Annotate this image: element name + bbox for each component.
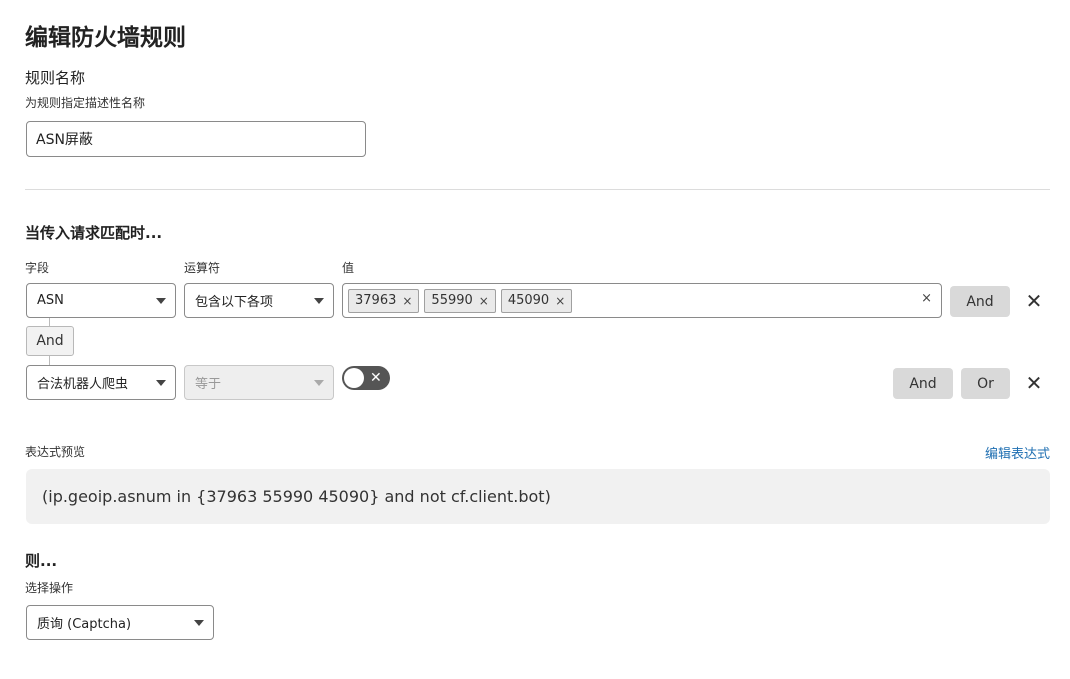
section-divider	[25, 189, 1050, 190]
value-tags-input[interactable]: 37963 × 55990 × 45090 × ×	[342, 283, 942, 318]
operator-select-row1-value: 包含以下各项	[195, 295, 274, 310]
remove-row1-icon[interactable]: ✕	[1022, 288, 1046, 314]
field-column-label: 字段	[25, 261, 50, 275]
chevron-down-icon	[156, 297, 166, 304]
and-button-row2[interactable]: And	[893, 368, 953, 399]
chevron-down-icon	[156, 379, 166, 386]
field-select-row2-value: 合法机器人爬虫	[37, 377, 129, 392]
and-button-row1[interactable]: And	[950, 286, 1010, 317]
toggle-knob	[344, 368, 364, 388]
or-button-row2[interactable]: Or	[961, 368, 1010, 399]
operator-select-row1[interactable]: 包含以下各项	[184, 283, 334, 318]
then-heading: 则...	[25, 552, 58, 570]
operator-column-label: 运算符	[184, 261, 221, 275]
expression-preview-label: 表达式预览	[25, 445, 86, 459]
tag-remove-icon[interactable]: ×	[479, 294, 489, 308]
bot-toggle-switch[interactable]: ✕	[342, 366, 390, 390]
value-tag[interactable]: 45090 ×	[500, 288, 573, 313]
match-heading: 当传入请求匹配时...	[25, 224, 163, 242]
field-select-row2[interactable]: 合法机器人爬虫	[26, 365, 176, 400]
value-tag[interactable]: 55990 ×	[424, 288, 496, 313]
chevron-down-icon	[314, 297, 324, 304]
action-select[interactable]: 质询 (Captcha)	[26, 605, 214, 640]
tag-remove-icon[interactable]: ×	[402, 294, 412, 308]
field-select-row1-value: ASN	[37, 293, 64, 308]
chevron-down-icon	[314, 379, 324, 386]
toggle-off-icon: ✕	[370, 370, 382, 386]
field-select-row1[interactable]: ASN	[26, 283, 176, 318]
chevron-down-icon	[194, 619, 204, 626]
tag-remove-icon[interactable]: ×	[555, 294, 565, 308]
value-column-label: 值	[342, 261, 355, 275]
expression-text: (ip.geoip.asnum in {37963 55990 45090} a…	[42, 487, 551, 506]
value-tag[interactable]: 37963 ×	[348, 288, 420, 313]
operator-select-row2: 等于	[184, 365, 334, 400]
page-title: 编辑防火墙规则	[25, 25, 186, 51]
rule-name-input[interactable]: ASN屏蔽	[26, 121, 366, 157]
remove-row2-icon[interactable]: ✕	[1022, 370, 1046, 396]
rule-name-help: 为规则指定描述性名称	[25, 96, 146, 110]
expression-preview: (ip.geoip.asnum in {37963 55990 45090} a…	[26, 469, 1050, 524]
rule-name-label: 规则名称	[25, 69, 86, 87]
connector-line	[49, 356, 50, 365]
rule-name-value: ASN屏蔽	[36, 132, 93, 148]
action-label: 选择操作	[25, 581, 74, 595]
clear-values-icon[interactable]: ×	[921, 291, 932, 306]
and-connector-badge[interactable]: And	[26, 326, 74, 356]
action-select-value: 质询 (Captcha)	[37, 617, 132, 632]
operator-select-row2-value: 等于	[195, 377, 222, 392]
edit-expression-link[interactable]: 编辑表达式	[985, 443, 1050, 462]
